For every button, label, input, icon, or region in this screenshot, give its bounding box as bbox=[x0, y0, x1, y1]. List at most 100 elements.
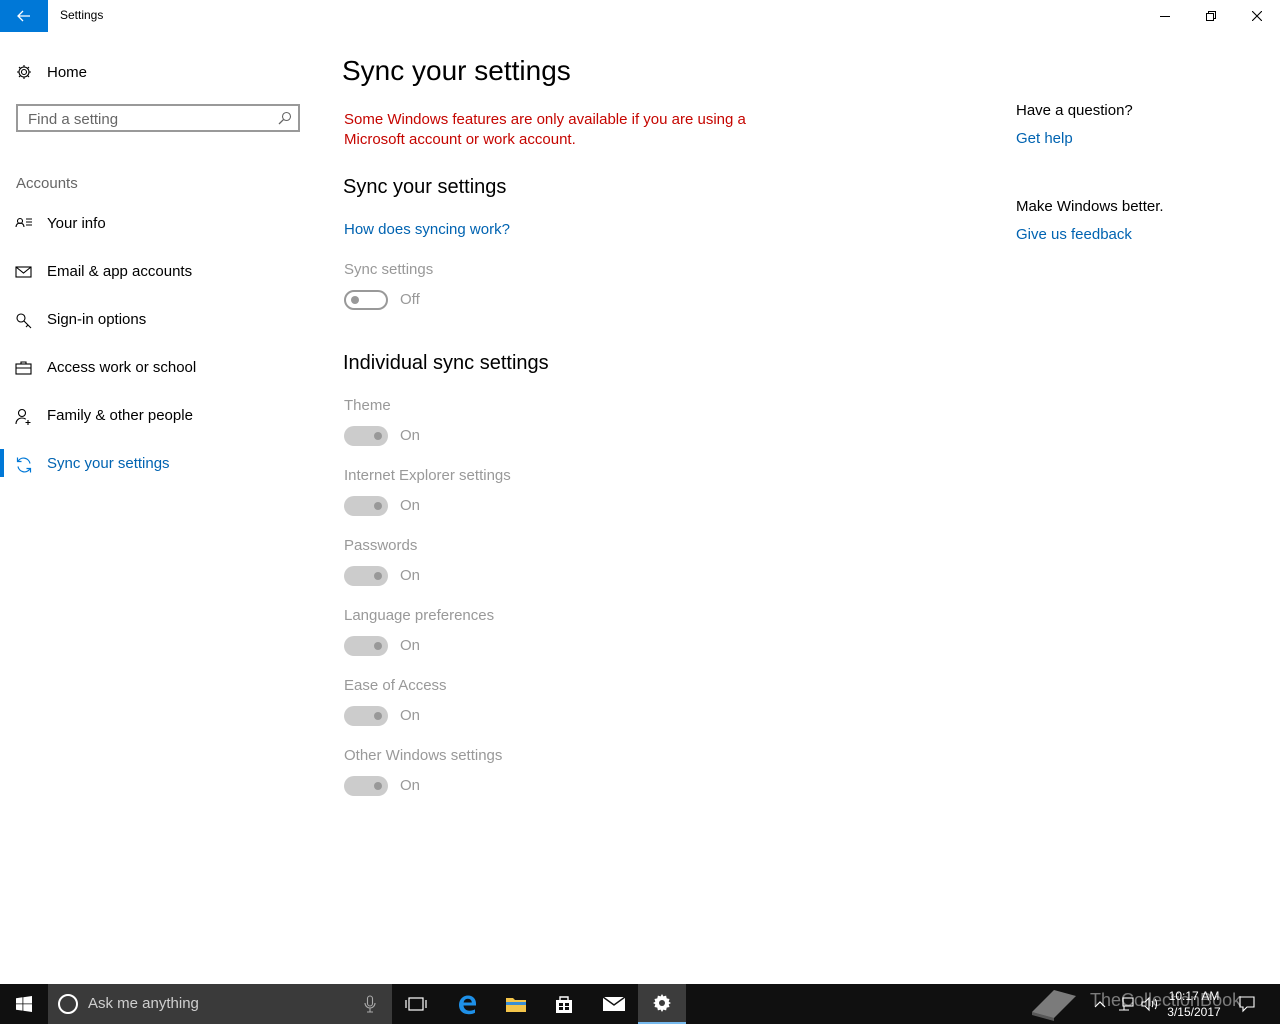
chevron-up-icon bbox=[1094, 1001, 1106, 1008]
get-help-link[interactable]: Get help bbox=[1016, 130, 1073, 147]
taskbar-settings[interactable] bbox=[638, 984, 686, 1024]
toggle-knob bbox=[374, 432, 382, 440]
watermark-book-icon bbox=[1032, 990, 1076, 1021]
briefcase-icon bbox=[15, 361, 32, 375]
sidebar-item-email-accounts[interactable]: Email & app accounts bbox=[0, 252, 320, 292]
notification-icon bbox=[1239, 996, 1255, 1013]
active-indicator bbox=[0, 449, 4, 477]
ease-of-access-state: On bbox=[400, 707, 421, 724]
key-icon bbox=[16, 313, 32, 329]
volume-tray-button[interactable] bbox=[1141, 984, 1159, 1024]
sidebar-item-label: Your info bbox=[47, 215, 106, 232]
start-button[interactable] bbox=[0, 984, 48, 1024]
other-windows-settings-toggle[interactable] bbox=[344, 776, 388, 796]
search-icon[interactable] bbox=[278, 111, 292, 125]
theme-label: Theme bbox=[344, 397, 391, 414]
language-preferences-toggle[interactable] bbox=[344, 636, 388, 656]
microphone-icon[interactable] bbox=[364, 995, 376, 1013]
page-title: Sync your settings bbox=[342, 55, 571, 86]
toggle-knob bbox=[374, 502, 382, 510]
contact-info-icon bbox=[15, 217, 32, 228]
minimize-button[interactable] bbox=[1142, 0, 1188, 32]
language-preferences-state: On bbox=[400, 637, 421, 654]
taskbar-store[interactable] bbox=[540, 984, 588, 1024]
make-windows-better-heading: Make Windows better. bbox=[1016, 198, 1164, 215]
network-tray-button[interactable] bbox=[1118, 984, 1134, 1024]
sidebar-item-work-school[interactable]: Access work or school bbox=[0, 348, 320, 388]
other-windows-settings-label: Other Windows settings bbox=[344, 747, 503, 764]
ease-of-access-toggle[interactable] bbox=[344, 706, 388, 726]
restore-button[interactable] bbox=[1188, 0, 1234, 32]
passwords-toggle[interactable] bbox=[344, 566, 388, 586]
sync-icon bbox=[16, 457, 32, 473]
sidebar-item-family[interactable]: Family & other people bbox=[0, 396, 320, 436]
sync-settings-toggle[interactable] bbox=[344, 290, 388, 310]
show-hidden-icons-button[interactable] bbox=[1094, 984, 1106, 1024]
sidebar-item-sign-in-options[interactable]: Sign-in options bbox=[0, 300, 320, 340]
ie-settings-label: Internet Explorer settings bbox=[344, 467, 511, 484]
back-button[interactable] bbox=[0, 0, 48, 32]
store-bag-icon bbox=[556, 996, 572, 1013]
search-setting-input[interactable]: Find a setting bbox=[16, 104, 300, 132]
mail-icon bbox=[15, 266, 32, 278]
clock-date: 3/15/2017 bbox=[1167, 1005, 1221, 1019]
ease-of-access-label: Ease of Access bbox=[344, 677, 447, 694]
window-title: Settings bbox=[60, 8, 104, 22]
settings-gear-icon bbox=[653, 994, 671, 1012]
have-a-question-heading: Have a question? bbox=[1016, 102, 1133, 119]
toggle-knob bbox=[374, 782, 382, 790]
theme-toggle[interactable] bbox=[344, 426, 388, 446]
folder-icon bbox=[506, 998, 526, 1012]
network-icon bbox=[1119, 997, 1134, 1011]
clock-time: 10:17 AM bbox=[1168, 989, 1220, 1003]
sidebar-item-label: Access work or school bbox=[47, 359, 197, 376]
other-windows-settings-state: On bbox=[400, 777, 421, 794]
action-center-button[interactable] bbox=[1238, 984, 1256, 1024]
speaker-icon bbox=[1141, 996, 1158, 1012]
sidebar-item-sync-settings[interactable]: Sync your settings bbox=[0, 444, 320, 484]
sidebar-item-label: Sign-in options bbox=[47, 311, 147, 328]
taskbar-mail[interactable] bbox=[590, 984, 638, 1024]
language-preferences-label: Language preferences bbox=[344, 607, 495, 624]
gear-icon bbox=[17, 65, 31, 79]
toggle-knob bbox=[374, 572, 382, 580]
give-feedback-link[interactable]: Give us feedback bbox=[1016, 226, 1132, 243]
toggle-knob bbox=[374, 712, 382, 720]
taskbar-clock[interactable]: 10:17 AM 3/15/2017 bbox=[1162, 988, 1226, 1020]
close-button[interactable] bbox=[1234, 0, 1280, 32]
toggle-knob bbox=[374, 642, 382, 650]
search-placeholder: Find a setting bbox=[28, 111, 119, 128]
restore-icon bbox=[1206, 11, 1216, 21]
sync-settings-state: Off bbox=[400, 291, 420, 308]
ie-settings-state: On bbox=[400, 497, 421, 514]
minimize-icon bbox=[1160, 16, 1170, 17]
taskbar-file-explorer[interactable] bbox=[492, 984, 540, 1024]
cortana-icon bbox=[58, 994, 78, 1014]
task-view-button[interactable] bbox=[392, 984, 440, 1024]
how-syncing-works-link[interactable]: How does syncing work? bbox=[344, 221, 510, 238]
taskbar: Ask me anything TheCollectionBook 10:17 … bbox=[0, 984, 1280, 1024]
individual-sync-heading: Individual sync settings bbox=[343, 352, 549, 374]
sidebar-item-label: Family & other people bbox=[47, 407, 193, 424]
nav-home-label: Home bbox=[47, 64, 88, 81]
passwords-state: On bbox=[400, 567, 421, 584]
ie-settings-toggle[interactable] bbox=[344, 496, 388, 516]
title-bar: Settings bbox=[0, 0, 1280, 32]
theme-state: On bbox=[400, 427, 421, 444]
mail-app-icon bbox=[602, 996, 626, 1011]
close-icon bbox=[1252, 11, 1262, 21]
windows-logo-icon bbox=[16, 996, 32, 1012]
sidebar-item-label: Sync your settings bbox=[47, 455, 170, 472]
sync-section-heading: Sync your settings bbox=[343, 176, 507, 198]
nav-home[interactable]: Home bbox=[0, 56, 320, 90]
passwords-label: Passwords bbox=[344, 537, 418, 554]
person-add-icon bbox=[15, 408, 31, 425]
account-warning-text: Some Windows features are only available… bbox=[344, 111, 746, 148]
toggle-knob bbox=[351, 296, 359, 304]
sidebar-item-label: Email & app accounts bbox=[47, 263, 193, 280]
task-view-icon bbox=[405, 997, 427, 1011]
taskbar-edge[interactable] bbox=[443, 984, 491, 1024]
cortana-placeholder: Ask me anything bbox=[88, 995, 199, 1012]
cortana-search-box[interactable]: Ask me anything bbox=[48, 984, 392, 1024]
sidebar-item-your-info[interactable]: Your info bbox=[0, 204, 320, 244]
